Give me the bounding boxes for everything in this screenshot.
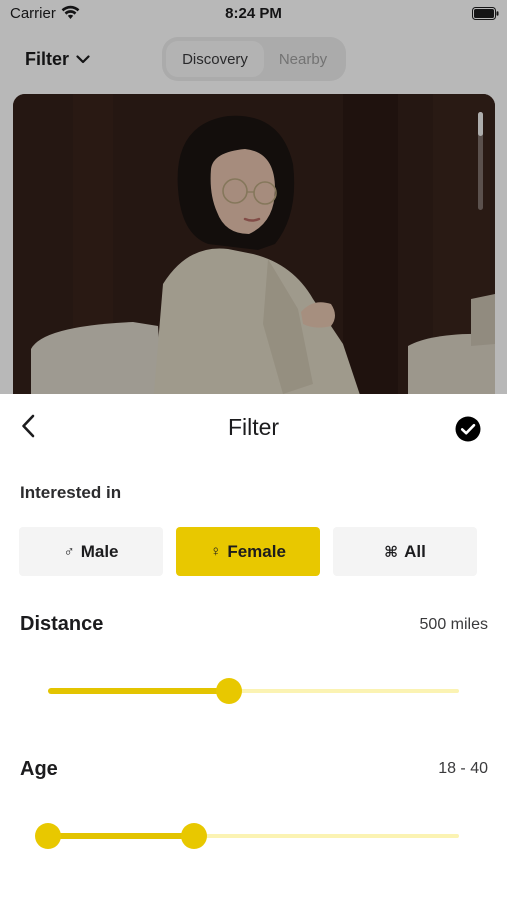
distance-slider-fill <box>48 688 229 694</box>
gender-option-label: Female <box>227 541 286 561</box>
command-symbol-icon: ⌘ <box>384 543 399 561</box>
distance-slider-thumb[interactable] <box>216 678 242 704</box>
female-symbol-icon: ♀ <box>210 543 222 560</box>
gender-option-male[interactable]: ♂ Male <box>19 527 163 576</box>
distance-slider[interactable] <box>48 677 459 705</box>
age-slider-min-thumb[interactable] <box>35 823 61 849</box>
male-symbol-icon: ♂ <box>63 543 75 560</box>
gender-option-female[interactable]: ♀ Female <box>176 527 320 576</box>
gender-option-label: All <box>404 541 426 561</box>
filter-sheet: Filter Interested in ♂ Male ♀ Female ⌘ A… <box>0 394 507 900</box>
gender-selector: ♂ Male ♀ Female ⌘ All <box>19 527 477 577</box>
age-slider-max-thumb[interactable] <box>181 823 207 849</box>
distance-label: Distance <box>20 613 104 635</box>
age-slider-fill <box>48 833 194 839</box>
checkmark-circle-icon[interactable] <box>455 416 481 442</box>
distance-value: 500 miles <box>419 616 488 633</box>
age-range-slider[interactable] <box>35 822 459 850</box>
age-label: Age <box>20 758 58 780</box>
gender-option-label: Male <box>80 541 119 561</box>
gender-option-all[interactable]: ⌘ All <box>333 527 477 576</box>
age-value: 18 - 40 <box>438 760 488 777</box>
interested-in-label: Interested in <box>20 483 122 502</box>
sheet-title: Filter <box>227 414 280 440</box>
